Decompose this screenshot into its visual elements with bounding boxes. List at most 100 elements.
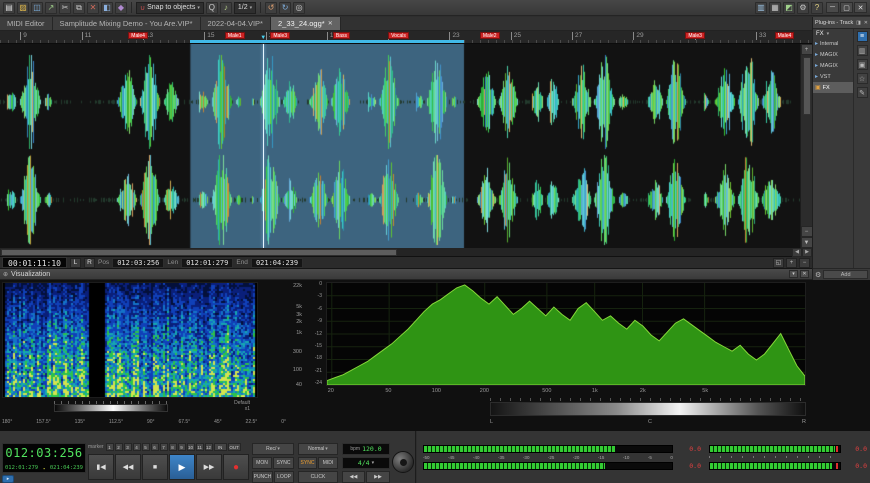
scrub-back-button[interactable]: ◀◀ — [342, 471, 365, 483]
timeline-marker[interactable]: Bass — [333, 32, 350, 39]
time-signature-dropdown[interactable]: 4/4 ▾ — [342, 457, 390, 469]
open-project-icon[interactable]: ▨ — [17, 2, 29, 14]
horizontal-scroll-thumb[interactable] — [1, 249, 397, 256]
export-icon[interactable]: ↗ — [45, 2, 57, 14]
marker-in-button[interactable]: IN — [214, 443, 227, 451]
arrange-area[interactable] — [0, 44, 800, 248]
forward-button[interactable]: ▶▶ — [196, 454, 222, 480]
marker-6-button[interactable]: 6 — [151, 443, 159, 451]
slider-gradient-bar[interactable] — [54, 404, 168, 412]
timeline-marker[interactable]: Male1 — [225, 32, 245, 39]
new-project-icon[interactable]: ▤ — [3, 2, 15, 14]
right-channel-button[interactable]: R — [84, 258, 95, 268]
dock-objects-icon[interactable]: ▣ — [857, 59, 868, 70]
plugin-item-5[interactable]: ▣FX — [813, 82, 853, 93]
play-mode-dropdown[interactable]: Normal ▾ — [298, 443, 338, 455]
midi-button[interactable]: MIDI — [318, 457, 338, 469]
goto-start-button[interactable]: ▮◀ — [88, 454, 114, 480]
monitor-button[interactable]: MON — [252, 457, 272, 469]
pin-icon[interactable]: ◨ — [856, 20, 861, 26]
visualization-panel-header[interactable]: ⊕ Visualization ▾ ✕ — [0, 269, 812, 280]
zoom-out-icon[interactable]: − — [799, 258, 810, 268]
marker-12-button[interactable]: 12 — [205, 443, 213, 451]
stop-button[interactable]: ■ — [142, 454, 168, 480]
marker-5-button[interactable]: 5 — [142, 443, 150, 451]
playhead-caret-icon[interactable]: ▼ — [260, 35, 266, 41]
plugin-item-2[interactable]: ▸MAGIX — [813, 49, 853, 60]
marker-2-button[interactable]: 2 — [115, 443, 123, 451]
crossfade-icon[interactable]: ◆ — [115, 2, 127, 14]
vertical-scroll-thumb[interactable] — [803, 57, 811, 115]
timeline-marker[interactable]: Male3 — [685, 32, 705, 39]
click-button[interactable]: CLICK — [298, 471, 338, 483]
minimize-button[interactable]: ─ — [826, 2, 839, 13]
help-icon[interactable]: ? — [811, 2, 823, 14]
close-button[interactable]: ✕ — [854, 2, 867, 13]
timeline-marker[interactable]: Male4 — [128, 32, 148, 39]
pos-value[interactable]: 012:03:256 — [112, 258, 164, 268]
copy-icon[interactable]: ⧉ — [73, 2, 85, 14]
dock-notes-icon[interactable]: ✎ — [857, 87, 868, 98]
drag-handle-icon[interactable]: ⊕ — [3, 271, 8, 278]
vertical-scrollbar[interactable]: + − ▼ — [800, 44, 812, 248]
close-icon[interactable]: ✕ — [800, 270, 809, 278]
playhead-line[interactable] — [263, 44, 264, 248]
redo-icon[interactable]: ↻ — [279, 2, 291, 14]
quantize-button[interactable]: Q — [206, 2, 218, 14]
scroll-left-button[interactable]: ◀ — [792, 248, 802, 257]
visualization-icon[interactable]: ◩ — [783, 2, 795, 14]
sync-toggle[interactable]: SYNC — [298, 457, 317, 469]
mixer-icon[interactable]: ▥ — [755, 2, 767, 14]
marker-out-button[interactable]: OUT — [228, 443, 241, 451]
delete-icon[interactable]: ✕ — [87, 2, 99, 14]
zoom-in-icon[interactable]: + — [786, 258, 797, 268]
plugin-item-4[interactable]: ▸VST — [813, 71, 853, 82]
end-value[interactable]: 021:04:239 — [251, 258, 303, 268]
close-tab-icon[interactable]: ✕ — [328, 20, 333, 27]
timeline-marker[interactable]: Male2 — [480, 32, 500, 39]
add-plugin-button[interactable]: Add — [823, 270, 868, 279]
track-manager-icon[interactable]: ▦ — [769, 2, 781, 14]
settings-icon[interactable]: ⚙ — [797, 2, 809, 14]
tab-2[interactable]: Samplitude Mixing Demo - You Are.VIP* — [53, 17, 201, 30]
timeline-marker[interactable]: Vocals — [388, 32, 409, 39]
jog-wheel[interactable] — [392, 451, 414, 473]
stereo-waveform-display[interactable] — [0, 44, 800, 248]
snap-dropdown[interactable]: ∪ Snap to objects ▾ — [136, 2, 204, 14]
dock-mixer-icon[interactable]: ▥ — [857, 45, 868, 56]
marker-7-button[interactable]: 7 — [160, 443, 168, 451]
cut-icon[interactable]: ✂ — [59, 2, 71, 14]
tab-4[interactable]: 2_33_24.ogg*✕ — [271, 17, 341, 30]
tab-1[interactable]: MIDI Editor — [0, 17, 53, 30]
tempo-display[interactable]: bpm 120.0 — [342, 443, 390, 455]
record-mode-dropdown[interactable]: Rec/ ▾ — [252, 443, 294, 455]
left-channel-button[interactable]: L — [70, 258, 81, 268]
dock-star-icon[interactable]: ☆ — [857, 73, 868, 84]
punch-button[interactable]: PUNCH — [252, 471, 273, 483]
grid-value-dropdown[interactable]: 1/2 ▾ — [234, 2, 256, 14]
marker-11-button[interactable]: 11 — [196, 443, 204, 451]
close-icon[interactable]: ✕ — [864, 20, 868, 26]
object-editor-icon[interactable]: ◧ — [101, 2, 113, 14]
chevron-down-icon[interactable]: ▾ — [827, 31, 830, 37]
sync-button[interactable]: SYNC — [273, 457, 294, 469]
spectrogram-gain-slider[interactable] — [54, 401, 168, 412]
horizontal-scrollbar[interactable]: ◀ ▶ — [0, 248, 812, 257]
plugins-panel-header[interactable]: Plug-ins - Track ◨ ✕ — [813, 17, 870, 29]
save-icon[interactable]: ◫ — [31, 2, 43, 14]
undo-icon[interactable]: ↺ — [265, 2, 277, 14]
play-button[interactable]: ▶ — [169, 454, 195, 480]
zoom-out-vertical-button[interactable]: − — [801, 226, 813, 237]
scrub-forward-button[interactable]: ▶▶ — [366, 471, 390, 483]
scroll-down-button[interactable]: ▼ — [801, 237, 813, 248]
timeline-marker[interactable]: Male4 — [775, 32, 795, 39]
tab-3[interactable]: 2022-04-04.VIP* — [201, 17, 271, 30]
marker-1-button[interactable]: 1 — [106, 443, 114, 451]
zoom-tool-icon[interactable]: ◎ — [293, 2, 305, 14]
timeline-ruler[interactable]: 9111315171921232527293133 Male4Male1Male… — [0, 31, 812, 44]
marker-10-button[interactable]: 10 — [187, 443, 195, 451]
maximize-button[interactable]: ▢ — [840, 2, 853, 13]
marker-4-button[interactable]: 4 — [133, 443, 141, 451]
plugin-item-3[interactable]: ▸MAGIX — [813, 60, 853, 71]
loop-button[interactable]: LOOP — [274, 471, 294, 483]
